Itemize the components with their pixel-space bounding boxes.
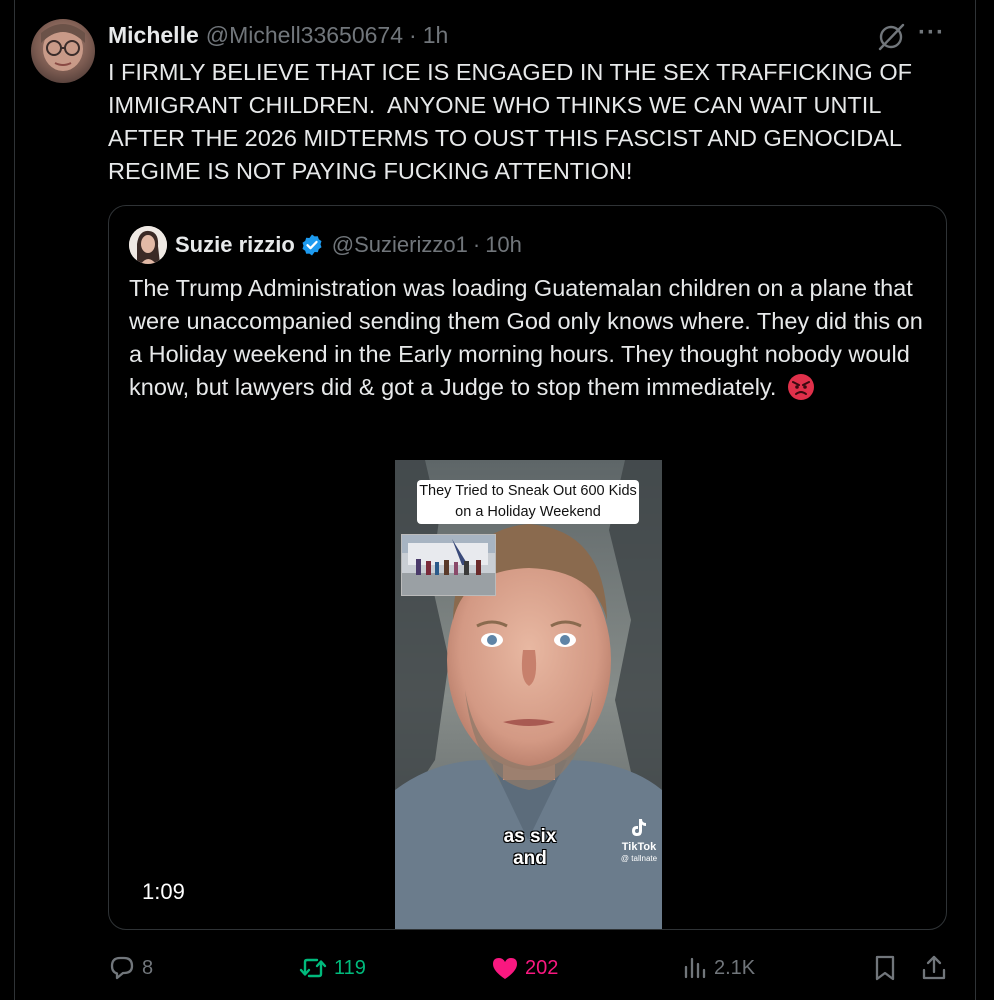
tiktok-brand-label: TikTok — [621, 841, 657, 853]
bookmark-button[interactable] — [872, 950, 904, 986]
reply-icon — [110, 956, 134, 980]
video-caption-overlay: They Tried to Sneak Out 600 Kids on a Ho… — [417, 480, 639, 524]
share-icon — [922, 955, 946, 980]
more-options-icon[interactable]: ··· — [918, 21, 950, 52]
embedded-video[interactable]: They Tried to Sneak Out 600 Kids on a Ho… — [395, 460, 662, 929]
timeline-left-border — [14, 0, 15, 1000]
like-count: 202 — [525, 956, 559, 979]
timeline-right-border — [975, 0, 976, 1000]
quoted-post-header: Suzie rizzio @Suzierizzo1 · 10h — [175, 229, 522, 261]
angry-face-emoji-icon — [788, 374, 814, 400]
quoted-author-handle[interactable]: @Suzierizzo1 — [332, 232, 468, 258]
repost-button[interactable]: 119 — [298, 950, 366, 986]
tiktok-watermark: TikTok @ tallnate — [619, 818, 659, 865]
grok-icon[interactable] — [876, 22, 906, 52]
quoted-author-display-name[interactable]: Suzie rizzio — [175, 232, 295, 258]
video-subtitle: as six and — [503, 826, 557, 869]
views-button[interactable]: 2.1K — [682, 950, 755, 986]
author-handle[interactable]: @Michell33650674 — [206, 22, 403, 49]
video-inset-photo — [401, 534, 496, 596]
video-duration: 1:09 — [142, 879, 185, 904]
post-action-bar: 8 119 202 2.1K — [108, 950, 948, 986]
tiktok-logo-icon — [632, 819, 646, 836]
verified-badge-icon — [302, 234, 322, 256]
repost-count: 119 — [334, 956, 366, 979]
bookmark-icon — [875, 955, 895, 981]
heart-icon — [493, 958, 517, 979]
repost-icon — [299, 958, 327, 978]
quoted-post-timestamp[interactable]: 10h — [485, 232, 522, 258]
quoted-header-separator: · — [472, 232, 481, 257]
header-separator: · — [409, 21, 417, 48]
author-display-name[interactable]: Michelle — [108, 22, 199, 49]
reply-button[interactable]: 8 — [108, 950, 153, 986]
quoted-post-text-block: The Trump Administration was loading Gua… — [129, 272, 929, 404]
post-timestamp[interactable]: 1h — [423, 22, 449, 49]
author-avatar[interactable] — [31, 19, 95, 83]
share-button[interactable] — [920, 950, 954, 986]
post-text: I FIRMLY BELIEVE THAT ICE IS ENGAGED IN … — [108, 59, 919, 184]
tiktok-creator-handle: @ tallnate — [620, 854, 658, 863]
post-header: Michelle @Michell33650674 · 1h — [108, 20, 448, 50]
quoted-post-card[interactable]: Suzie rizzio @Suzierizzo1 · 10h The Trum… — [108, 205, 947, 930]
quoted-author-avatar[interactable] — [129, 226, 167, 264]
views-chart-icon — [684, 957, 706, 979]
like-button[interactable]: 202 — [491, 950, 558, 986]
views-count: 2.1K — [714, 956, 756, 979]
reply-count: 8 — [142, 956, 154, 979]
